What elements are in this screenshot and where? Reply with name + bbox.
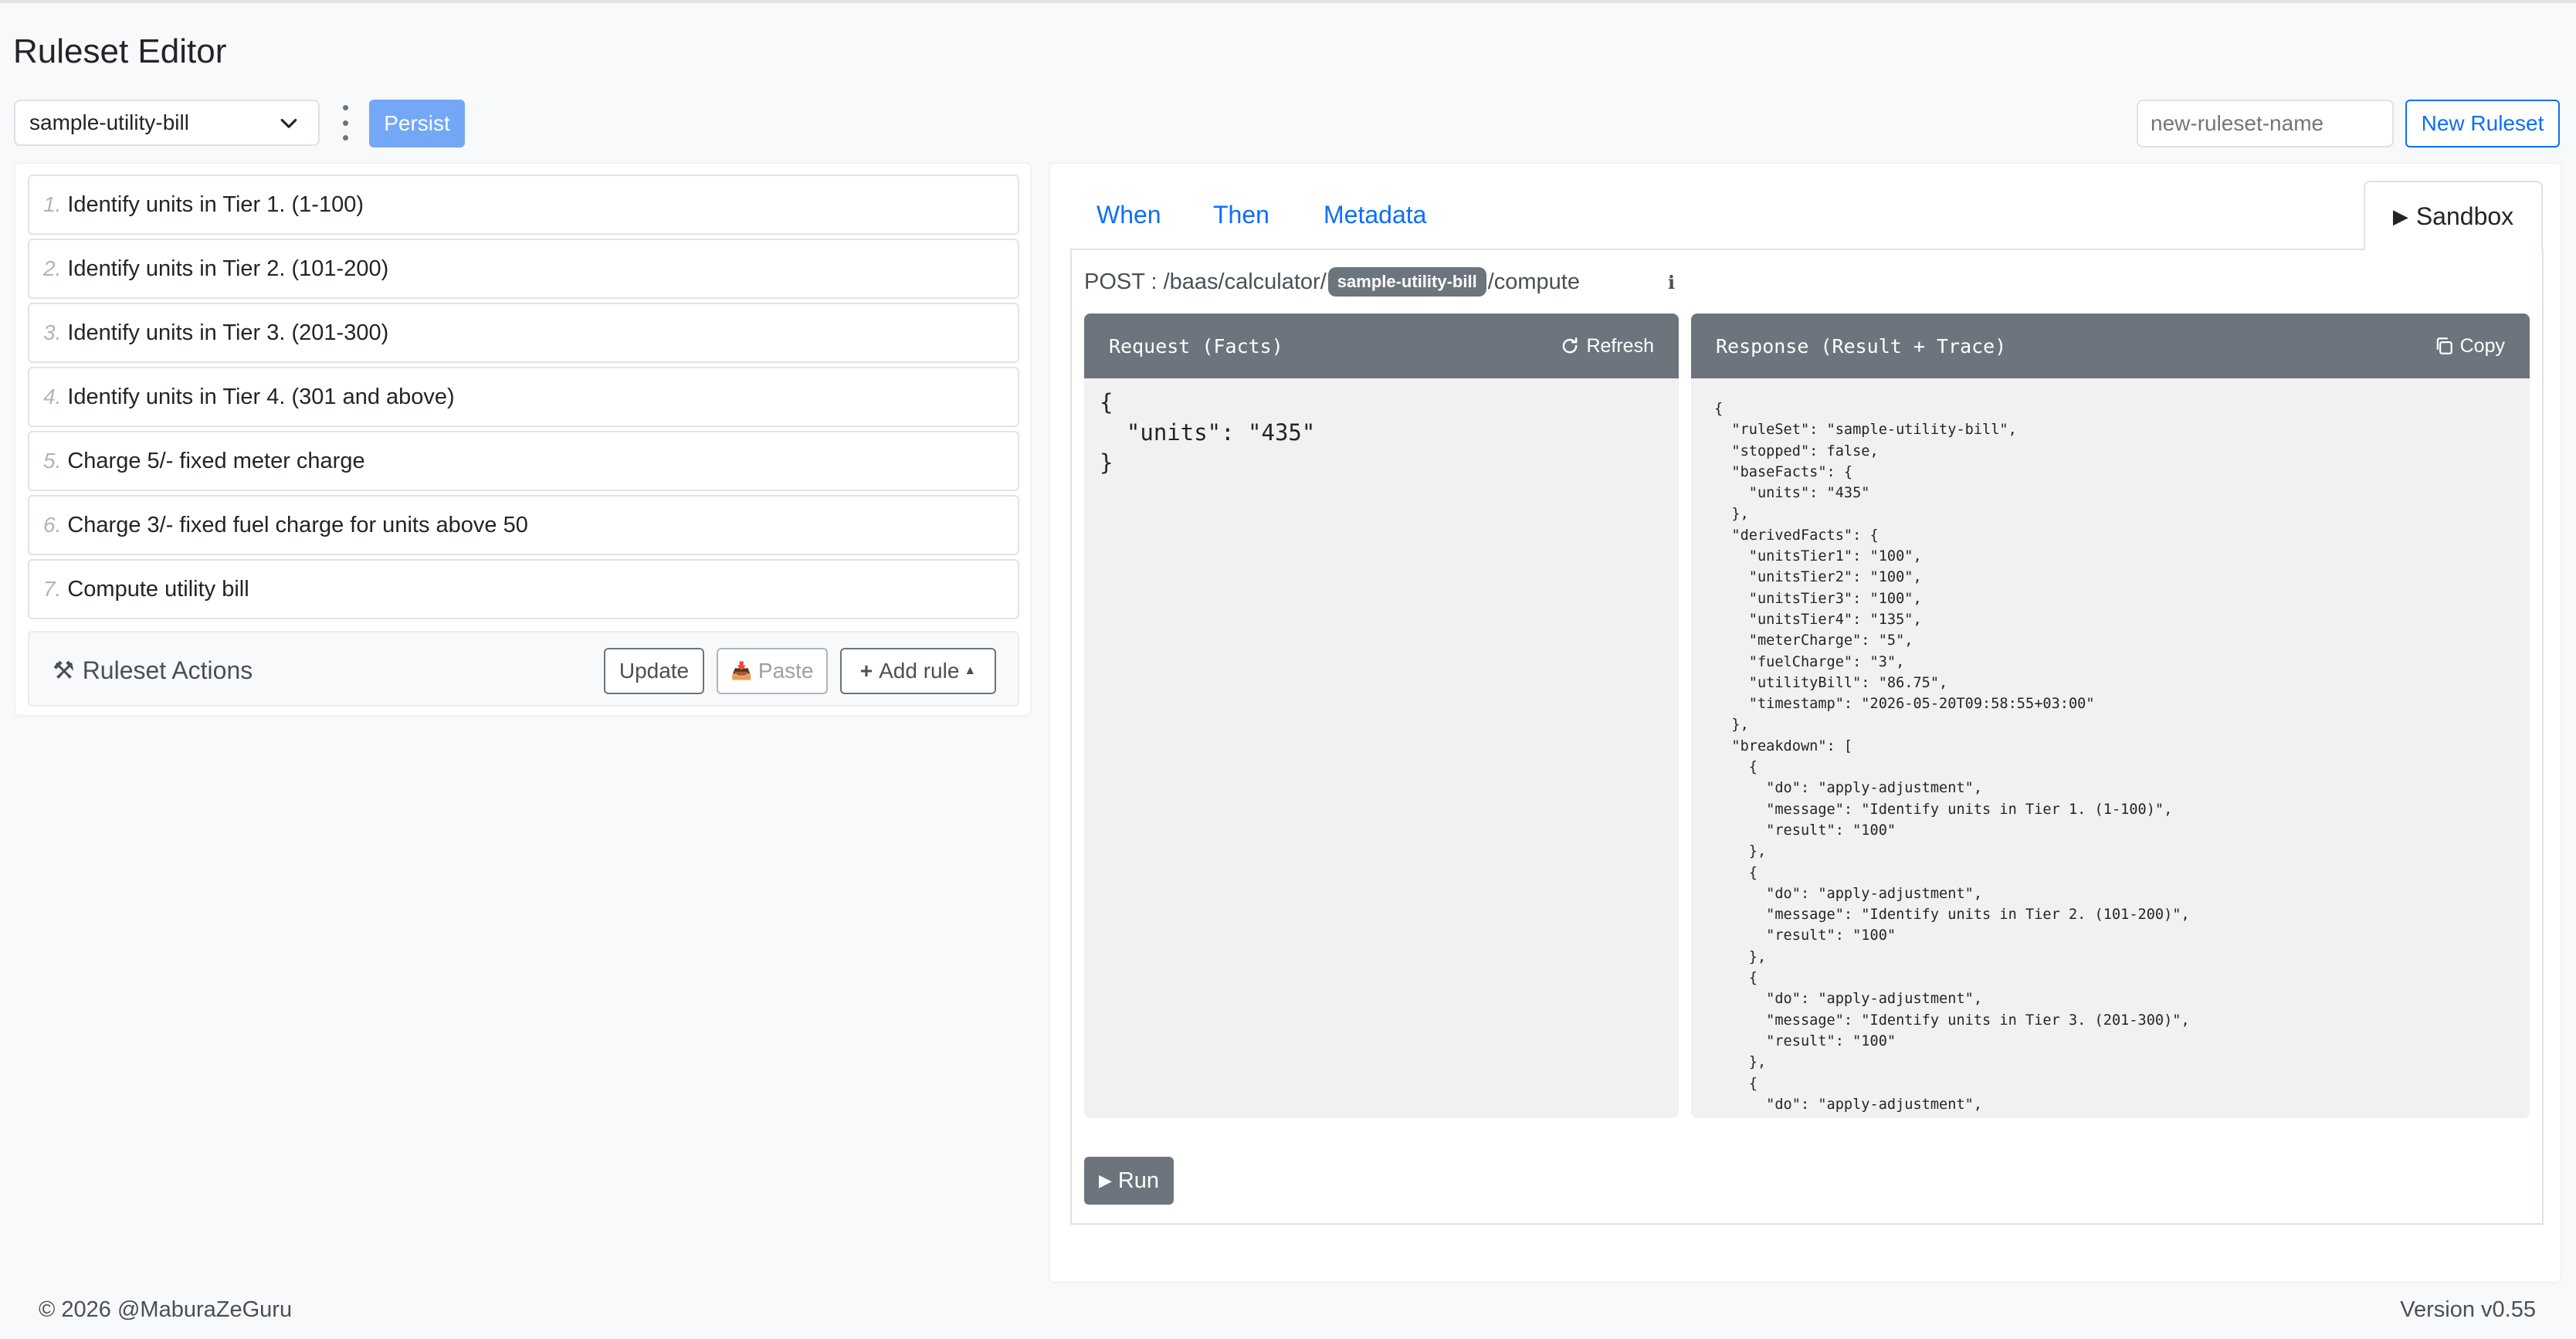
response-header: Response (Result + Trace) Copy <box>1691 314 2530 378</box>
rule-item[interactable]: 2. Identify units in Tier 2. (101-200) <box>28 239 1019 299</box>
request-header: Request (Facts) Refresh <box>1084 314 1679 378</box>
rule-number: 7. <box>43 577 62 601</box>
editor-panel: When Then Metadata ▶ Sandbox POST : /baa… <box>1049 162 2562 1283</box>
response-pane: Response (Result + Trace) Copy { "ruleSe… <box>1691 314 2530 1118</box>
rule-number: 5. <box>43 449 62 473</box>
rule-number: 4. <box>43 385 62 408</box>
request-editor[interactable]: { "units": "435" } <box>1084 378 1679 487</box>
plus-icon: + <box>859 659 873 683</box>
rule-number: 1. <box>43 192 62 216</box>
rule-item[interactable]: 1. Identify units in Tier 1. (1-100) <box>28 175 1019 235</box>
add-rule-button[interactable]: + Add rule ▲ <box>840 648 996 694</box>
tab-then[interactable]: Then <box>1213 201 1269 229</box>
new-ruleset-name-input[interactable] <box>2137 100 2394 147</box>
tools-icon: ⚒ <box>53 656 75 684</box>
ruleset-select-value: sample-utility-bill <box>29 110 189 134</box>
rule-item[interactable]: 5. Charge 5/- fixed meter charge <box>28 431 1019 491</box>
caret-up-icon: ▲ <box>964 664 977 677</box>
rules-panel: 1. Identify units in Tier 1. (1-100) 2. … <box>14 162 1032 717</box>
rule-label: Identify units in Tier 4. (301 and above… <box>67 384 455 409</box>
copy-icon <box>2436 337 2452 354</box>
paste-icon: 📥 <box>730 661 752 680</box>
rule-label: Charge 3/- fixed fuel charge for units a… <box>67 512 528 537</box>
rule-item[interactable]: 6. Charge 3/- fixed fuel charge for unit… <box>28 495 1019 555</box>
footer-copyright: © 2026 @MaburaZeGuru <box>39 1297 293 1322</box>
paste-button[interactable]: 📥 Paste <box>717 648 828 694</box>
rule-item[interactable]: 3. Identify units in Tier 3. (201-300) <box>28 303 1019 363</box>
ruleset-select[interactable]: sample-utility-bill <box>14 100 320 146</box>
tab-metadata[interactable]: Metadata <box>1324 201 1426 229</box>
rule-number: 6. <box>43 513 62 537</box>
endpoint-ruleset-badge: sample-utility-bill <box>1327 267 1486 297</box>
play-icon: ▶ <box>1098 1171 1112 1190</box>
rule-item[interactable]: 7. Compute utility bill <box>28 559 1019 619</box>
info-icon[interactable]: ℹ <box>1668 272 1675 294</box>
paste-label: Paste <box>758 659 814 683</box>
persist-button[interactable]: Persist <box>369 100 465 147</box>
add-rule-label: Add rule <box>879 659 960 683</box>
rule-item[interactable]: 4. Identify units in Tier 4. (301 and ab… <box>28 367 1019 427</box>
run-button[interactable]: ▶ Run <box>1084 1157 1174 1205</box>
copy-label: Copy <box>2459 334 2505 357</box>
tab-sandbox-label: Sandbox <box>2415 202 2514 230</box>
rule-label: Compute utility bill <box>67 576 249 602</box>
ruleset-actions-label: Ruleset Actions <box>82 656 253 684</box>
ruleset-actions-title: ⚒ Ruleset Actions <box>53 656 253 685</box>
page-title: Ruleset Editor <box>13 32 227 70</box>
copy-button[interactable]: Copy <box>2434 335 2505 358</box>
request-pane: Request (Facts) Refresh { "units": "435"… <box>1084 314 1679 1118</box>
footer-version: Version v0.55 <box>2400 1297 2536 1322</box>
refresh-label: Refresh <box>1586 334 1654 357</box>
chevron-down-icon <box>280 118 297 128</box>
new-ruleset-button[interactable]: New Ruleset <box>2405 100 2560 147</box>
rule-label: Charge 5/- fixed meter charge <box>67 448 365 473</box>
play-icon: ▶ <box>2392 204 2408 228</box>
response-output: { "ruleSet": "sample-utility-bill", "sto… <box>1714 401 2190 1113</box>
refresh-icon <box>1563 337 1578 354</box>
update-button[interactable]: Update <box>604 648 704 694</box>
rule-label: Identify units in Tier 2. (101-200) <box>67 256 389 281</box>
tab-when[interactable]: When <box>1096 201 1161 229</box>
kebab-menu-icon[interactable] <box>337 105 353 141</box>
run-label: Run <box>1117 1168 1160 1193</box>
tab-sandbox[interactable]: ▶ Sandbox <box>2364 181 2543 250</box>
rule-label: Identify units in Tier 3. (201-300) <box>67 320 389 345</box>
request-title: Request (Facts) <box>1109 334 1283 358</box>
ruleset-actions-bar: ⚒ Ruleset Actions Update 📥 Paste + Add r… <box>28 631 1019 707</box>
endpoint-suffix: /compute <box>1487 269 1580 294</box>
rule-number: 2. <box>43 256 62 280</box>
endpoint-prefix: POST : /baas/calculator/ <box>1084 269 1327 294</box>
rule-label: Identify units in Tier 1. (1-100) <box>67 192 364 217</box>
refresh-button[interactable]: Refresh <box>1560 335 1654 358</box>
endpoint-url: POST : /baas/calculator/ sample-utility-… <box>1084 267 1580 297</box>
sandbox-panel: POST : /baas/calculator/ sample-utility-… <box>1070 249 2544 1225</box>
rule-number: 3. <box>43 320 62 344</box>
response-title: Response (Result + Trace) <box>1716 334 2007 358</box>
